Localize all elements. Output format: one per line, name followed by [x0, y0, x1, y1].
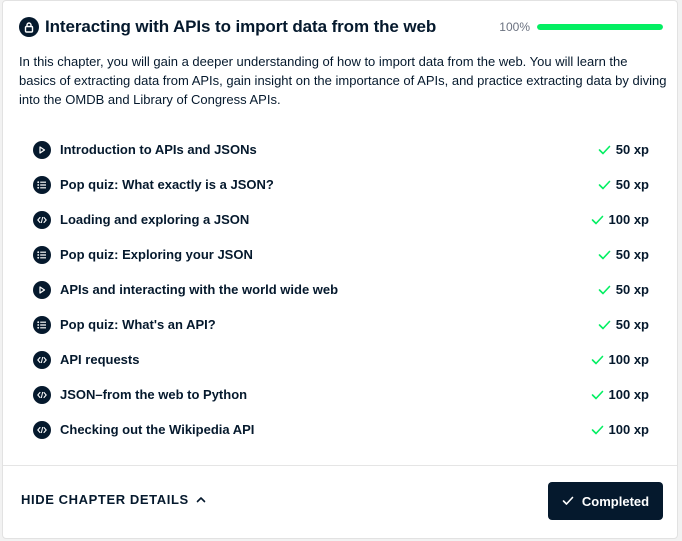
lesson-title: Pop quiz: What exactly is a JSON? — [60, 177, 274, 192]
lesson-xp: 50 xp — [615, 142, 649, 157]
check-icon — [591, 213, 605, 227]
lesson-item[interactable]: API requests 100 xp — [33, 342, 649, 377]
lesson-status: 50 xp — [598, 177, 649, 192]
check-icon — [598, 178, 612, 192]
lesson-status: 50 xp — [598, 317, 649, 332]
lesson-item[interactable]: Introduction to APIs and JSONs 50 xp — [33, 132, 649, 167]
code-icon — [33, 420, 51, 439]
list-icon — [33, 175, 51, 194]
lesson-status: 100 xp — [591, 352, 649, 367]
lesson-title: API requests — [60, 352, 140, 367]
completed-button[interactable]: Completed — [548, 482, 663, 520]
check-icon — [591, 388, 605, 402]
check-icon — [591, 423, 605, 437]
lesson-title: Pop quiz: What's an API? — [60, 317, 216, 332]
lesson-xp: 100 xp — [608, 422, 649, 437]
progress-percentage: 100% — [499, 20, 530, 34]
lesson-title: Introduction to APIs and JSONs — [60, 142, 257, 157]
lesson-status: 100 xp — [591, 387, 649, 402]
chapter-description: In this chapter, you will gain a deeper … — [19, 54, 667, 107]
hide-chapter-details-label: HIDE CHAPTER DETAILS — [21, 492, 189, 507]
check-icon — [598, 143, 612, 157]
divider — [3, 465, 677, 466]
code-icon — [33, 350, 51, 369]
lesson-status: 50 xp — [598, 247, 649, 262]
lesson-xp: 100 xp — [608, 352, 649, 367]
progress-bar — [537, 24, 663, 30]
lock-icon — [19, 17, 39, 37]
lesson-item[interactable]: Pop quiz: What exactly is a JSON? 50 xp — [33, 167, 649, 202]
code-icon — [33, 385, 51, 404]
check-icon — [598, 248, 612, 262]
lesson-item[interactable]: Loading and exploring a JSON 100 xp — [33, 202, 649, 237]
progress-bar-fill — [537, 24, 663, 30]
lesson-status: 100 xp — [591, 212, 649, 227]
lesson-item[interactable]: Pop quiz: Exploring your JSON 50 xp — [33, 237, 649, 272]
lesson-status: 50 xp — [598, 282, 649, 297]
chevron-up-icon — [196, 495, 206, 505]
lesson-title: APIs and interacting with the world wide… — [60, 282, 339, 297]
lesson-list: Introduction to APIs and JSONs 50 xp Pop q… — [33, 132, 649, 447]
lesson-item[interactable]: Checking out the Wikipedia API 100 xp — [33, 412, 649, 447]
lesson-title: JSON–from the web to Python — [60, 387, 248, 402]
chapter-header: Interacting with APIs to import data fro… — [19, 14, 663, 40]
lesson-item[interactable]: Pop quiz: What's an API? 50 xp — [33, 307, 649, 342]
chapter-title: Interacting with APIs to import data fro… — [45, 17, 437, 36]
lesson-xp: 50 xp — [615, 317, 649, 332]
code-icon — [33, 210, 51, 229]
completed-label: Completed — [581, 493, 650, 509]
lesson-xp: 50 xp — [615, 247, 649, 262]
lesson-title: Pop quiz: Exploring your JSON — [60, 247, 253, 262]
check-icon — [598, 318, 612, 332]
list-icon — [33, 245, 51, 264]
check-icon — [598, 283, 612, 297]
chapter-card: Interacting with APIs to import data fro… — [2, 0, 678, 539]
lesson-item[interactable]: JSON–from the web to Python 100 xp — [33, 377, 649, 412]
lesson-xp: 100 xp — [608, 212, 649, 227]
check-icon — [591, 353, 605, 367]
lesson-title: Checking out the Wikipedia API — [60, 422, 255, 437]
check-icon — [562, 495, 574, 507]
lesson-status: 100 xp — [591, 422, 649, 437]
lesson-xp: 50 xp — [615, 177, 649, 192]
lesson-item[interactable]: APIs and interacting with the world wide… — [33, 272, 649, 307]
hide-chapter-details-button[interactable]: HIDE CHAPTER DETAILS — [21, 492, 206, 507]
lesson-xp: 50 xp — [615, 282, 649, 297]
list-icon — [33, 315, 51, 334]
lesson-xp: 100 xp — [608, 387, 649, 402]
play-icon — [33, 140, 51, 159]
chapter-progress: 100% — [499, 20, 663, 34]
lesson-status: 50 xp — [598, 142, 649, 157]
lesson-title: Loading and exploring a JSON — [60, 212, 250, 227]
play-icon — [33, 280, 51, 299]
